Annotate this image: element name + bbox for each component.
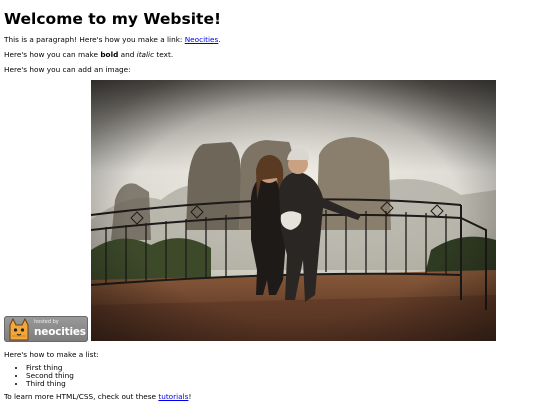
page-title: Welcome to my Website! (4, 10, 222, 28)
image-intro: Here's how you can add an image: (4, 65, 131, 74)
couple-photo (91, 80, 496, 341)
intro-text: This is a paragraph! Here's how you make… (4, 35, 185, 44)
intro-text-end: . (218, 35, 221, 44)
italic-text: italic (136, 50, 155, 59)
list-item: First thing (26, 364, 536, 372)
example-list: First thing Second thing Third thing (4, 364, 536, 388)
neocities-cat-icon (9, 317, 29, 341)
neocities-link[interactable]: Neocities (185, 35, 219, 44)
intro-paragraph: This is a paragraph! Here's how you make… (4, 35, 536, 45)
couple-photo-image (91, 80, 496, 341)
tutorials-link[interactable]: tutorials (158, 392, 188, 401)
formatting-text-end: text. (154, 50, 174, 59)
formatting-text-middle: and (118, 50, 137, 59)
hosted-by-neocities-badge[interactable]: hosted by neocities (4, 316, 88, 342)
outro-text: To learn more HTML/CSS, check out these (4, 392, 159, 401)
page: Welcome to my Website! This is a paragra… (4, 0, 536, 402)
outro-paragraph: To learn more HTML/CSS, check out these … (4, 392, 536, 402)
image-row: hosted by neocities (4, 80, 536, 342)
badge-brand-text: neocities (34, 326, 86, 338)
list-item: Second thing (26, 372, 536, 380)
formatting-paragraph: Here's how you can make bold and italic … (4, 50, 536, 60)
bold-text: bold (100, 50, 119, 59)
list-intro: Here's how to make a list: (4, 350, 99, 359)
outro-text-end: ! (188, 392, 192, 401)
badge-small-text: hosted by (34, 319, 59, 325)
list-item: Third thing (26, 380, 536, 388)
formatting-text: Here's how you can make (4, 50, 101, 59)
